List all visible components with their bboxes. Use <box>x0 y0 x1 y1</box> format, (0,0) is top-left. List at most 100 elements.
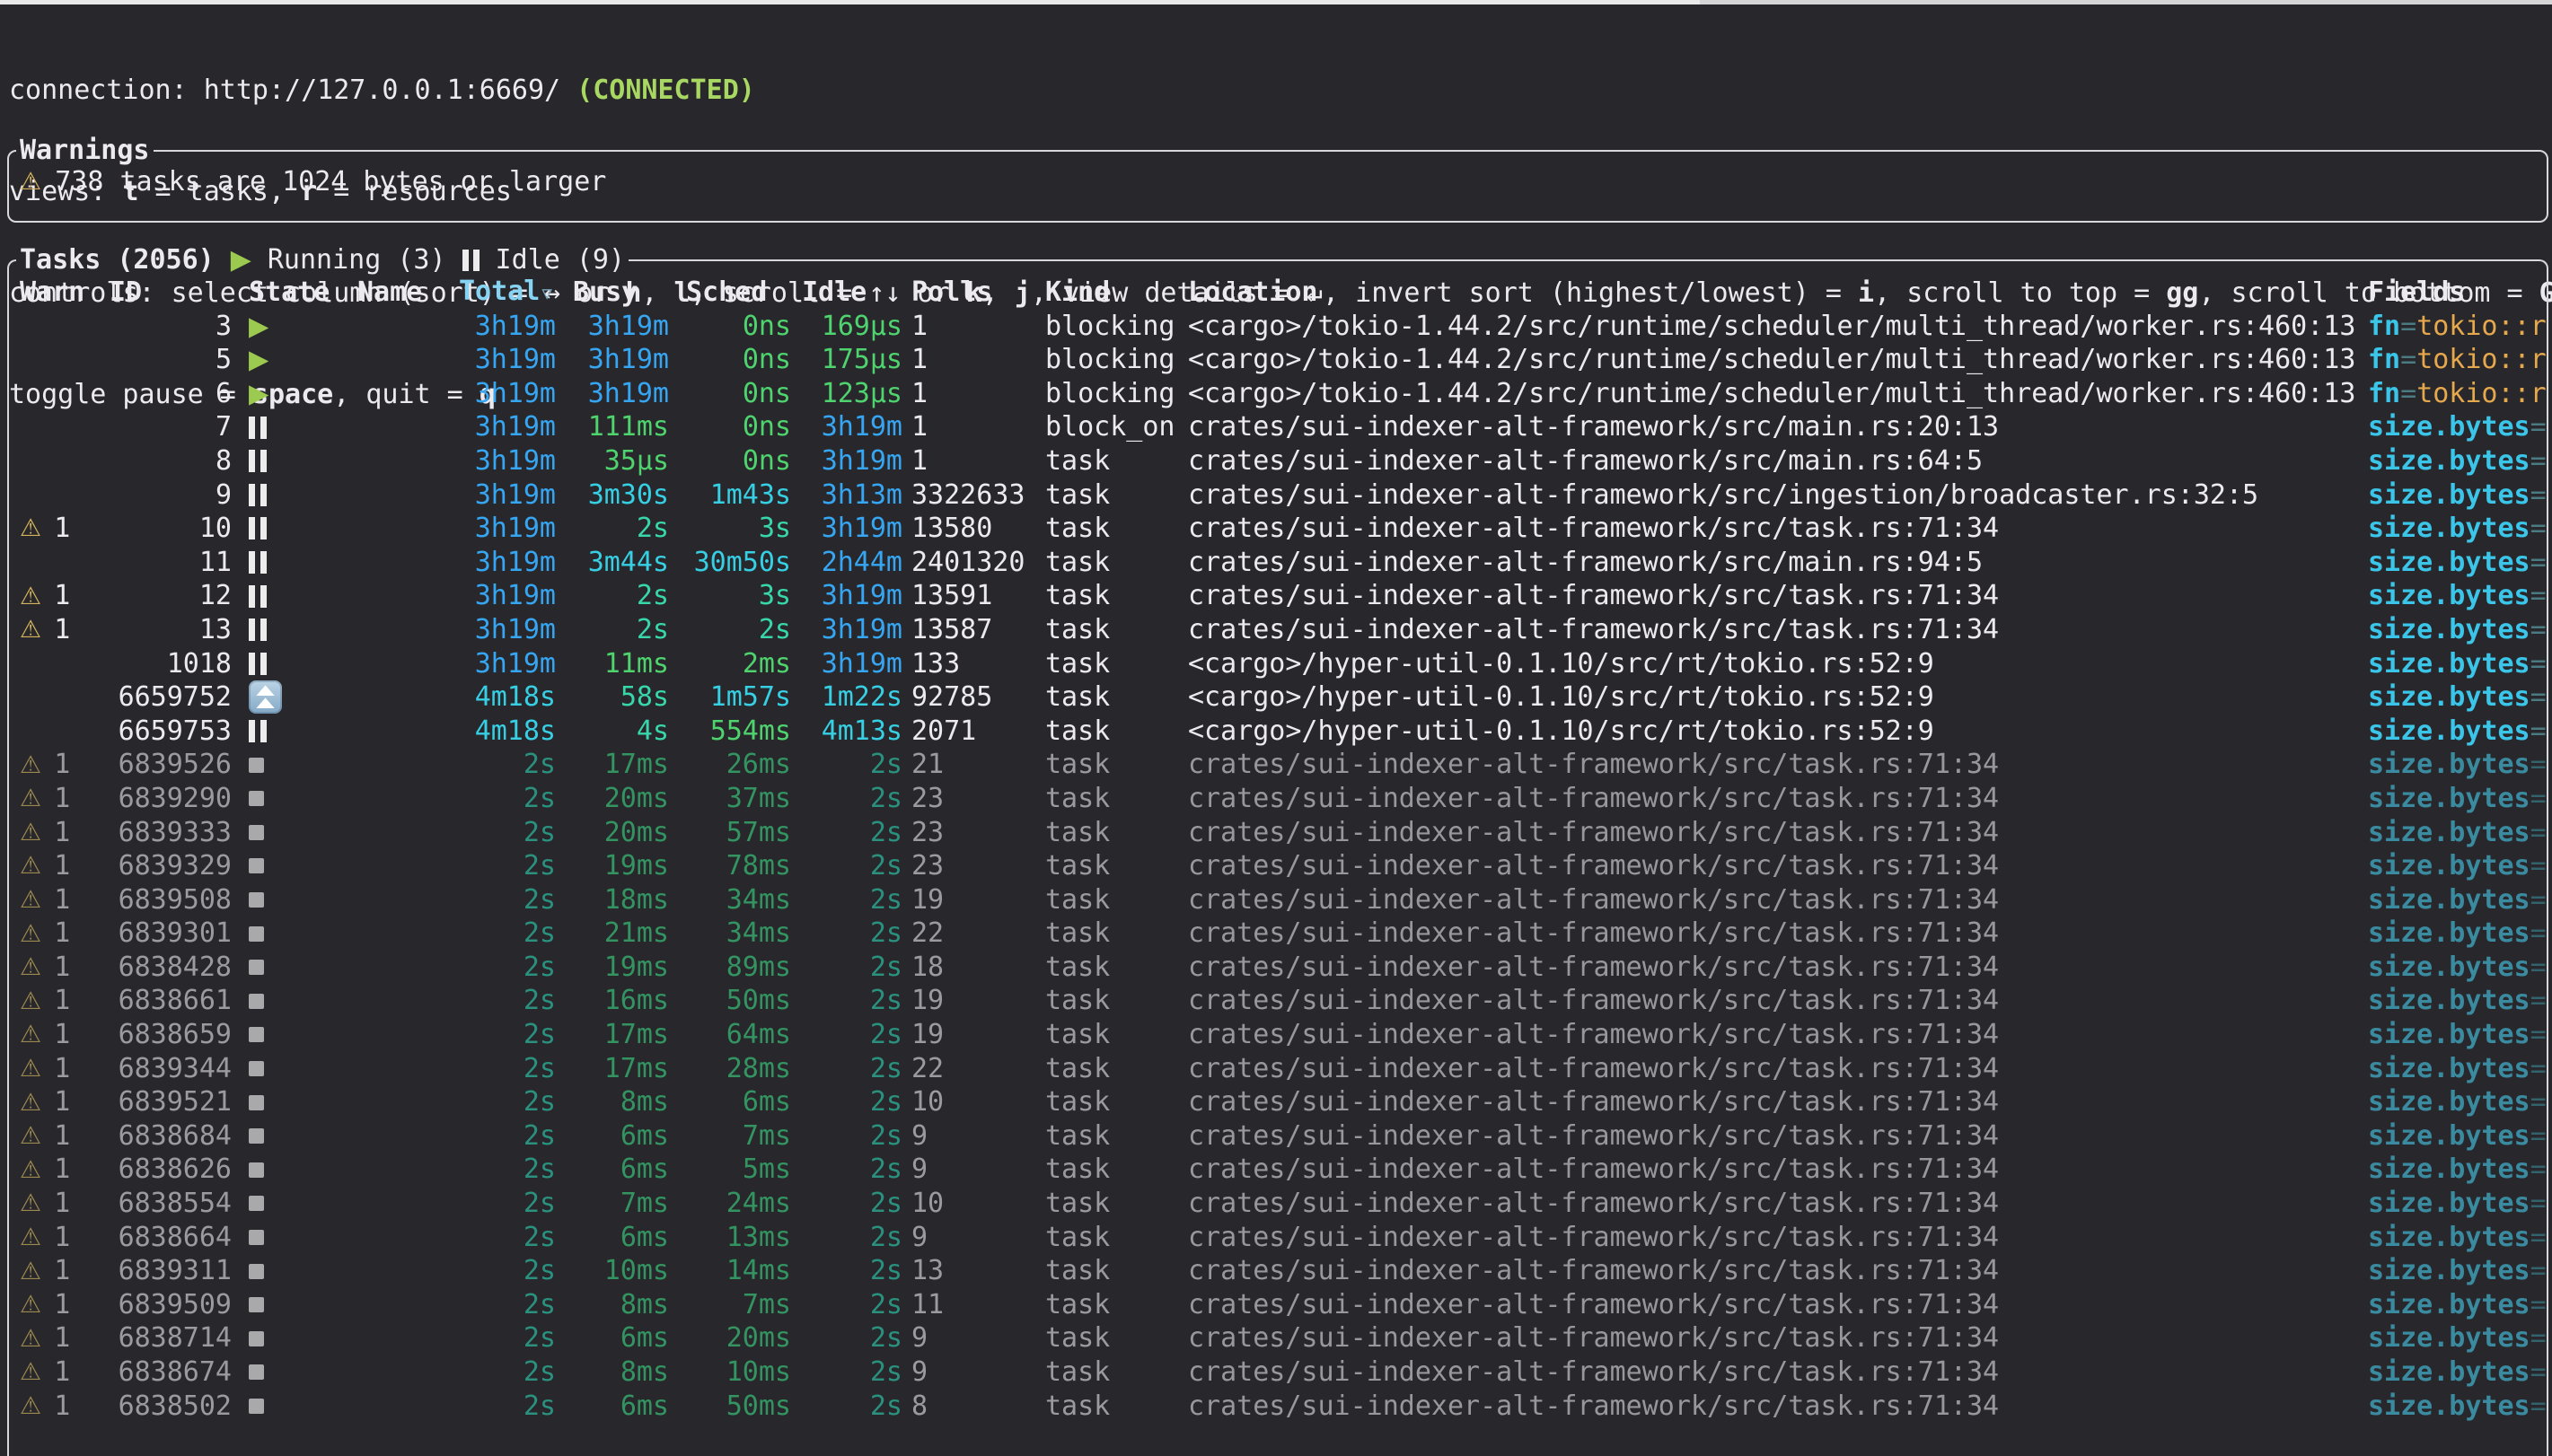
task-state-icon <box>249 1027 264 1042</box>
sched-duration: 0ns <box>669 310 791 344</box>
task-id: 6838659 <box>110 1018 232 1052</box>
task-kind: task <box>1045 680 1188 715</box>
task-row[interactable]: 8 3h19m 35µs 0ns 3h19m 1 task crates/sui… <box>9 444 2547 478</box>
task-row[interactable]: 1018 3h19m 11ms 2ms 3h19m 133 task <carg… <box>9 647 2547 681</box>
warning-icon: ⚠ <box>20 854 41 878</box>
task-fields: size.bytes= <box>2368 917 2547 951</box>
task-row[interactable]: 7 3h19m 111ms 0ns 3h19m 1 block_on crate… <box>9 410 2547 444</box>
warn-count: 1 <box>54 1119 70 1153</box>
task-state-cell <box>232 551 357 574</box>
idle-duration: 2s <box>791 984 902 1018</box>
task-state-icon <box>249 1297 264 1312</box>
total-duration: 2s <box>459 1018 556 1052</box>
poll-count: 23 <box>902 816 1045 850</box>
task-row[interactable]: ⚠1 10 3h19m 2s 3s 3h19m 13580 task crate… <box>9 512 2547 546</box>
task-row[interactable]: 6659753 4m18s 4s 554ms 4m13s 2071 task <… <box>9 715 2547 749</box>
task-row[interactable]: ⚠1 6839329 2s 19ms 78ms 2s 23 task crate… <box>9 849 2547 883</box>
task-kind: task <box>1045 951 1188 985</box>
busy-duration: 2s <box>556 579 669 613</box>
col-header-idle[interactable]: Idle <box>791 276 902 310</box>
task-row[interactable]: ⚠1 6839333 2s 20ms 57ms 2s 23 task crate… <box>9 816 2547 850</box>
col-header-name[interactable]: Name <box>357 276 459 310</box>
busy-duration: 7ms <box>556 1187 669 1221</box>
task-state-cell <box>232 484 357 506</box>
warn-cell: ⚠1 <box>20 1052 110 1086</box>
sched-duration: 26ms <box>669 748 791 782</box>
task-row[interactable]: ⚠1 6838554 2s 7ms 24ms 2s 10 task crates… <box>9 1187 2547 1221</box>
pause-icon <box>462 250 480 271</box>
warn-count: 1 <box>54 1085 70 1119</box>
warnings-panel: Warnings ⚠ 738 tasks are 1024 bytes or l… <box>7 150 2548 223</box>
warning-icon: ⚠ <box>20 1124 41 1148</box>
col-header-fields[interactable]: Fields <box>2368 276 2547 310</box>
task-row[interactable]: ⚠1 6839509 2s 8ms 7ms 2s 11 task crates/… <box>9 1288 2547 1322</box>
task-row[interactable]: 5 ▶ 3h19m 3h19m 0ns 175µs 1 blocking <ca… <box>9 343 2547 377</box>
task-kind: blocking <box>1045 310 1188 344</box>
poll-count: 10 <box>902 1085 1045 1119</box>
warn-count: 1 <box>54 579 70 613</box>
col-header-total[interactable]: Total▿ <box>459 275 556 311</box>
task-state-icon <box>249 417 267 439</box>
poll-count: 9 <box>902 1119 1045 1153</box>
task-row[interactable]: 6 ▶ 3h19m 3h19m 0ns 123µs 1 blocking <ca… <box>9 377 2547 411</box>
total-duration: 2s <box>459 1085 556 1119</box>
task-row[interactable]: ⚠1 6839344 2s 17ms 28ms 2s 22 task crate… <box>9 1052 2547 1086</box>
task-row[interactable]: ⚠1 13 3h19m 2s 2s 3h19m 13587 task crate… <box>9 613 2547 647</box>
field-value: tokio::r <box>2416 344 2547 375</box>
col-header-polls[interactable]: Polls <box>902 276 1045 310</box>
task-row[interactable]: ⚠1 6839311 2s 10ms 14ms 2s 13 task crate… <box>9 1254 2547 1288</box>
task-state-icon <box>249 926 264 942</box>
warn-count: 1 <box>54 1390 70 1424</box>
task-location: crates/sui-indexer-alt-framework/src/tas… <box>1188 1187 2368 1221</box>
task-fields: size.bytes= <box>2368 782 2547 816</box>
task-id: 6839301 <box>110 917 232 951</box>
task-row[interactable]: ⚠1 6839301 2s 21ms 34ms 2s 22 task crate… <box>9 917 2547 951</box>
sched-duration: 3s <box>669 512 791 546</box>
field-equals: = <box>2530 681 2547 713</box>
task-state-icon <box>249 791 264 806</box>
task-kind: task <box>1045 1018 1188 1052</box>
task-row[interactable]: ⚠1 6838714 2s 6ms 20ms 2s 9 task crates/… <box>9 1321 2547 1355</box>
task-location: crates/sui-indexer-alt-framework/src/tas… <box>1188 1018 2368 1052</box>
task-id: 6 <box>110 377 232 411</box>
col-header-location[interactable]: Location <box>1188 276 2368 310</box>
task-row[interactable]: 3 ▶ 3h19m 3h19m 0ns 169µs 1 blocking <ca… <box>9 310 2547 344</box>
idle-duration: 2s <box>791 1221 902 1255</box>
task-row[interactable]: ⚠1 6839526 2s 17ms 26ms 2s 21 task crate… <box>9 748 2547 782</box>
col-header-state[interactable]: State <box>232 276 357 310</box>
task-row[interactable]: ⚠1 6839508 2s 18ms 34ms 2s 19 task crate… <box>9 883 2547 917</box>
task-kind: task <box>1045 579 1188 613</box>
task-location: crates/sui-indexer-alt-framework/src/tas… <box>1188 849 2368 883</box>
task-id: 6839329 <box>110 849 232 883</box>
col-header-busy[interactable]: Busy <box>556 276 669 310</box>
sched-duration: 3s <box>669 579 791 613</box>
task-row[interactable]: ⚠1 6838659 2s 17ms 64ms 2s 19 task crate… <box>9 1018 2547 1052</box>
task-row[interactable]: 6659752 4m18s 58s 1m57s 1m22s 92785 task… <box>9 680 2547 715</box>
task-row[interactable]: ⚠1 6838502 2s 6ms 50ms 2s 8 task crates/… <box>9 1390 2547 1424</box>
task-state-icon <box>249 517 267 539</box>
task-row[interactable]: ⚠1 6839521 2s 8ms 6ms 2s 10 task crates/… <box>9 1085 2547 1119</box>
warning-icon: ⚠ <box>20 1022 41 1047</box>
task-row[interactable]: ⚠1 12 3h19m 2s 3s 3h19m 13591 task crate… <box>9 579 2547 613</box>
task-row[interactable]: ⚠1 6839290 2s 20ms 37ms 2s 23 task crate… <box>9 782 2547 816</box>
task-row[interactable]: ⚠1 6838626 2s 6ms 5ms 2s 9 task crates/s… <box>9 1153 2547 1187</box>
sched-duration: 0ns <box>669 410 791 444</box>
col-header-warn[interactable]: Warn <box>20 276 110 310</box>
col-header-kind[interactable]: Kind <box>1045 276 1188 310</box>
task-row[interactable]: ⚠1 6838674 2s 8ms 10ms 2s 9 task crates/… <box>9 1355 2547 1390</box>
task-row[interactable]: 9 3h19m 3m30s 1m43s 3h13m 3322633 task c… <box>9 478 2547 513</box>
warn-cell: ⚠1 <box>20 984 110 1018</box>
task-row[interactable]: ⚠1 6838428 2s 19ms 89ms 2s 18 task crate… <box>9 951 2547 985</box>
task-row[interactable]: 11 3h19m 3m44s 30m50s 2h44m 2401320 task… <box>9 546 2547 580</box>
task-row[interactable]: ⚠1 6838664 2s 6ms 13ms 2s 9 task crates/… <box>9 1221 2547 1255</box>
col-header-id[interactable]: ID <box>110 276 232 310</box>
task-row[interactable]: ⚠1 6838684 2s 6ms 7ms 2s 9 task crates/s… <box>9 1119 2547 1153</box>
col-header-sched[interactable]: Sched <box>669 276 791 310</box>
task-fields: size.bytes= <box>2368 1119 2547 1153</box>
poll-count: 21 <box>902 748 1045 782</box>
warn-count: 1 <box>54 1052 70 1086</box>
sched-duration: 554ms <box>669 715 791 749</box>
task-location: crates/sui-indexer-alt-framework/src/tas… <box>1188 1153 2368 1187</box>
task-row[interactable]: ⚠1 6838661 2s 16ms 50ms 2s 19 task crate… <box>9 984 2547 1018</box>
task-state-icon <box>249 1196 264 1211</box>
